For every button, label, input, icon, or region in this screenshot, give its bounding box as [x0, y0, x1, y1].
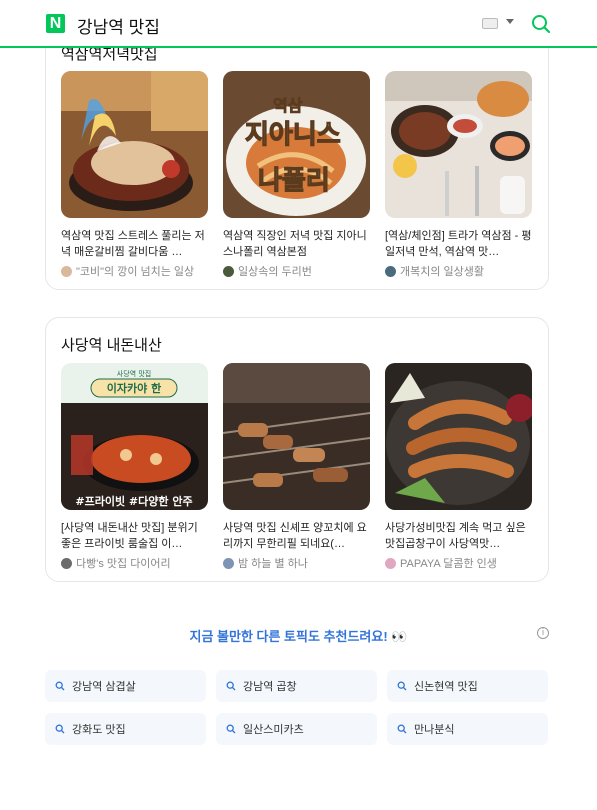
search-icon[interactable]	[530, 13, 552, 35]
thumbnail-image[interactable]	[223, 363, 370, 510]
naver-logo[interactable]: N	[46, 14, 65, 33]
avatar	[61, 557, 72, 569]
topic-label: 강남역 삼겹살	[72, 681, 136, 693]
item-author[interactable]: 다빵's 맛집 다이어리	[61, 555, 208, 571]
search-icon	[55, 724, 65, 734]
info-icon[interactable]: i	[537, 627, 549, 639]
item-title[interactable]: 사당역 맛집 신셰프 양꼬치에 요리까지 무한리필 되네요(…	[223, 520, 370, 552]
author-name: 밤 하늘 별 하나	[238, 558, 308, 570]
card-items: 사당역 맛집 이자카야 한 #프라이빗 #다양한 안주 [사당역 내돈내산 맛집…	[61, 363, 532, 571]
avatar	[61, 265, 72, 277]
avatar	[223, 265, 234, 277]
search-icon	[226, 724, 236, 734]
topic-chip[interactable]: 만나분식	[387, 713, 548, 745]
topic-chip[interactable]: 일산스미카츠	[216, 713, 377, 745]
item-author[interactable]: 밤 하늘 별 하나	[223, 555, 370, 571]
topic-label: 신논현역 맛집	[414, 681, 478, 693]
blog-item[interactable]: 사당역 맛집 신셰프 양꼬치에 요리까지 무한리필 되네요(… 밤 하늘 별 하…	[223, 363, 370, 571]
search-header: N 강남역 맛집	[0, 0, 597, 48]
author-name: 다빵's 맛집 다이어리	[76, 558, 171, 570]
search-query-text[interactable]: 강남역 맛집	[77, 13, 160, 38]
thumb-text: 나폴리	[258, 166, 330, 196]
item-title[interactable]: [역삼/체인점] 트라가 역삼점 - 평일저녁 만석, 역삼역 맛…	[385, 228, 532, 260]
thumb-text: 사당역 맛집	[117, 369, 151, 378]
topic-label: 만나분식	[414, 724, 455, 736]
blog-item[interactable]: 사당역 맛집 이자카야 한 #프라이빗 #다양한 안주 [사당역 내돈내산 맛집…	[61, 363, 208, 571]
keyboard-icon[interactable]	[482, 18, 498, 29]
thumbnail-image[interactable]: 역삼 지아니스 나폴리	[223, 71, 370, 218]
topic-chip[interactable]: 신논현역 맛집	[387, 670, 548, 702]
thumbnail-image[interactable]	[385, 71, 532, 218]
item-title[interactable]: [사당역 내돈내산 맛집] 분위기 좋은 프라이빗 룸술집 이…	[61, 520, 208, 552]
card-title[interactable]: 사당역 내돈내산	[61, 334, 162, 355]
topic-chip[interactable]: 강남역 곱창	[216, 670, 377, 702]
blog-item[interactable]: [역삼/체인점] 트라가 역삼점 - 평일저녁 만석, 역삼역 맛… 개복치의 …	[385, 71, 532, 279]
item-author[interactable]: 개복치의 일상생활	[385, 263, 532, 279]
thumb-text: #프라이빗 #다양한 안주	[75, 494, 192, 508]
chevron-down-icon[interactable]	[506, 19, 514, 24]
topic-label: 강화도 맛집	[72, 724, 126, 736]
item-title[interactable]: 역삼역 직장인 저녁 맛집 지아니스나폴리 역삼본점	[223, 228, 370, 260]
item-title[interactable]: 사당가성비맛집 계속 먹고 싶은 맛집곱창구이 사당역맛…	[385, 520, 532, 552]
avatar	[385, 265, 396, 277]
topic-chip-list: 강남역 삼겹살 강남역 곱창 신논현역 맛집 강화도 맛집 일산스미카츠 만나분…	[45, 670, 549, 745]
author-name: 일상속의 두리번	[238, 266, 312, 278]
author-name: "코비"의 깡이 넘치는 일상	[76, 266, 195, 278]
topic-card: 역삼역저녁맛집 역삼역 맛집 스트레스 풀리는 저녁 매운갈비찜 갈비다움 …	[45, 20, 549, 290]
item-author[interactable]: 일상속의 두리번	[223, 263, 370, 279]
topic-chip[interactable]: 강남역 삼겹살	[45, 670, 206, 702]
topic-card: 사당역 내돈내산 사당역 맛집 이자카야 한 #프라이빗 #다양한 안주 [사당…	[45, 317, 549, 582]
thumb-text: 지아니스	[245, 120, 341, 150]
thumb-text: 역삼	[273, 96, 303, 115]
search-icon	[397, 724, 407, 734]
author-name: 개복치의 일상생활	[400, 266, 485, 278]
recommend-heading: 지금 볼만한 다른 토픽도 추천드려요! 👀	[189, 629, 408, 644]
thumbnail-image[interactable]	[385, 363, 532, 510]
topic-chip[interactable]: 강화도 맛집	[45, 713, 206, 745]
item-author[interactable]: "코비"의 깡이 넘치는 일상	[61, 263, 208, 279]
blog-item[interactable]: 역삼 지아니스 나폴리 역삼역 직장인 저녁 맛집 지아니스나폴리 역삼본점 일…	[223, 71, 370, 279]
blog-item[interactable]: 역삼역 맛집 스트레스 풀리는 저녁 매운갈비찜 갈비다움 … "코비"의 깡이…	[61, 71, 208, 279]
item-author[interactable]: PAPAYA 달콤한 인생	[385, 555, 532, 571]
thumbnail-image[interactable]	[61, 71, 208, 218]
thumb-text: 이자카야 한	[107, 381, 161, 395]
search-icon	[226, 681, 236, 691]
thumbnail-image[interactable]: 사당역 맛집 이자카야 한 #프라이빗 #다양한 안주	[61, 363, 208, 510]
author-name: PAPAYA 달콤한 인생	[400, 558, 497, 570]
topic-label: 일산스미카츠	[243, 724, 304, 736]
avatar	[385, 557, 396, 569]
topic-label: 강남역 곱창	[243, 681, 297, 693]
search-icon	[397, 681, 407, 691]
search-icon	[55, 681, 65, 691]
item-title[interactable]: 역삼역 맛집 스트레스 풀리는 저녁 매운갈비찜 갈비다움 …	[61, 228, 208, 260]
card-items: 역삼역 맛집 스트레스 풀리는 저녁 매운갈비찜 갈비다움 … "코비"의 깡이…	[61, 71, 532, 279]
blog-item[interactable]: 사당가성비맛집 계속 먹고 싶은 맛집곱창구이 사당역맛… PAPAYA 달콤한…	[385, 363, 532, 571]
avatar	[223, 557, 234, 569]
